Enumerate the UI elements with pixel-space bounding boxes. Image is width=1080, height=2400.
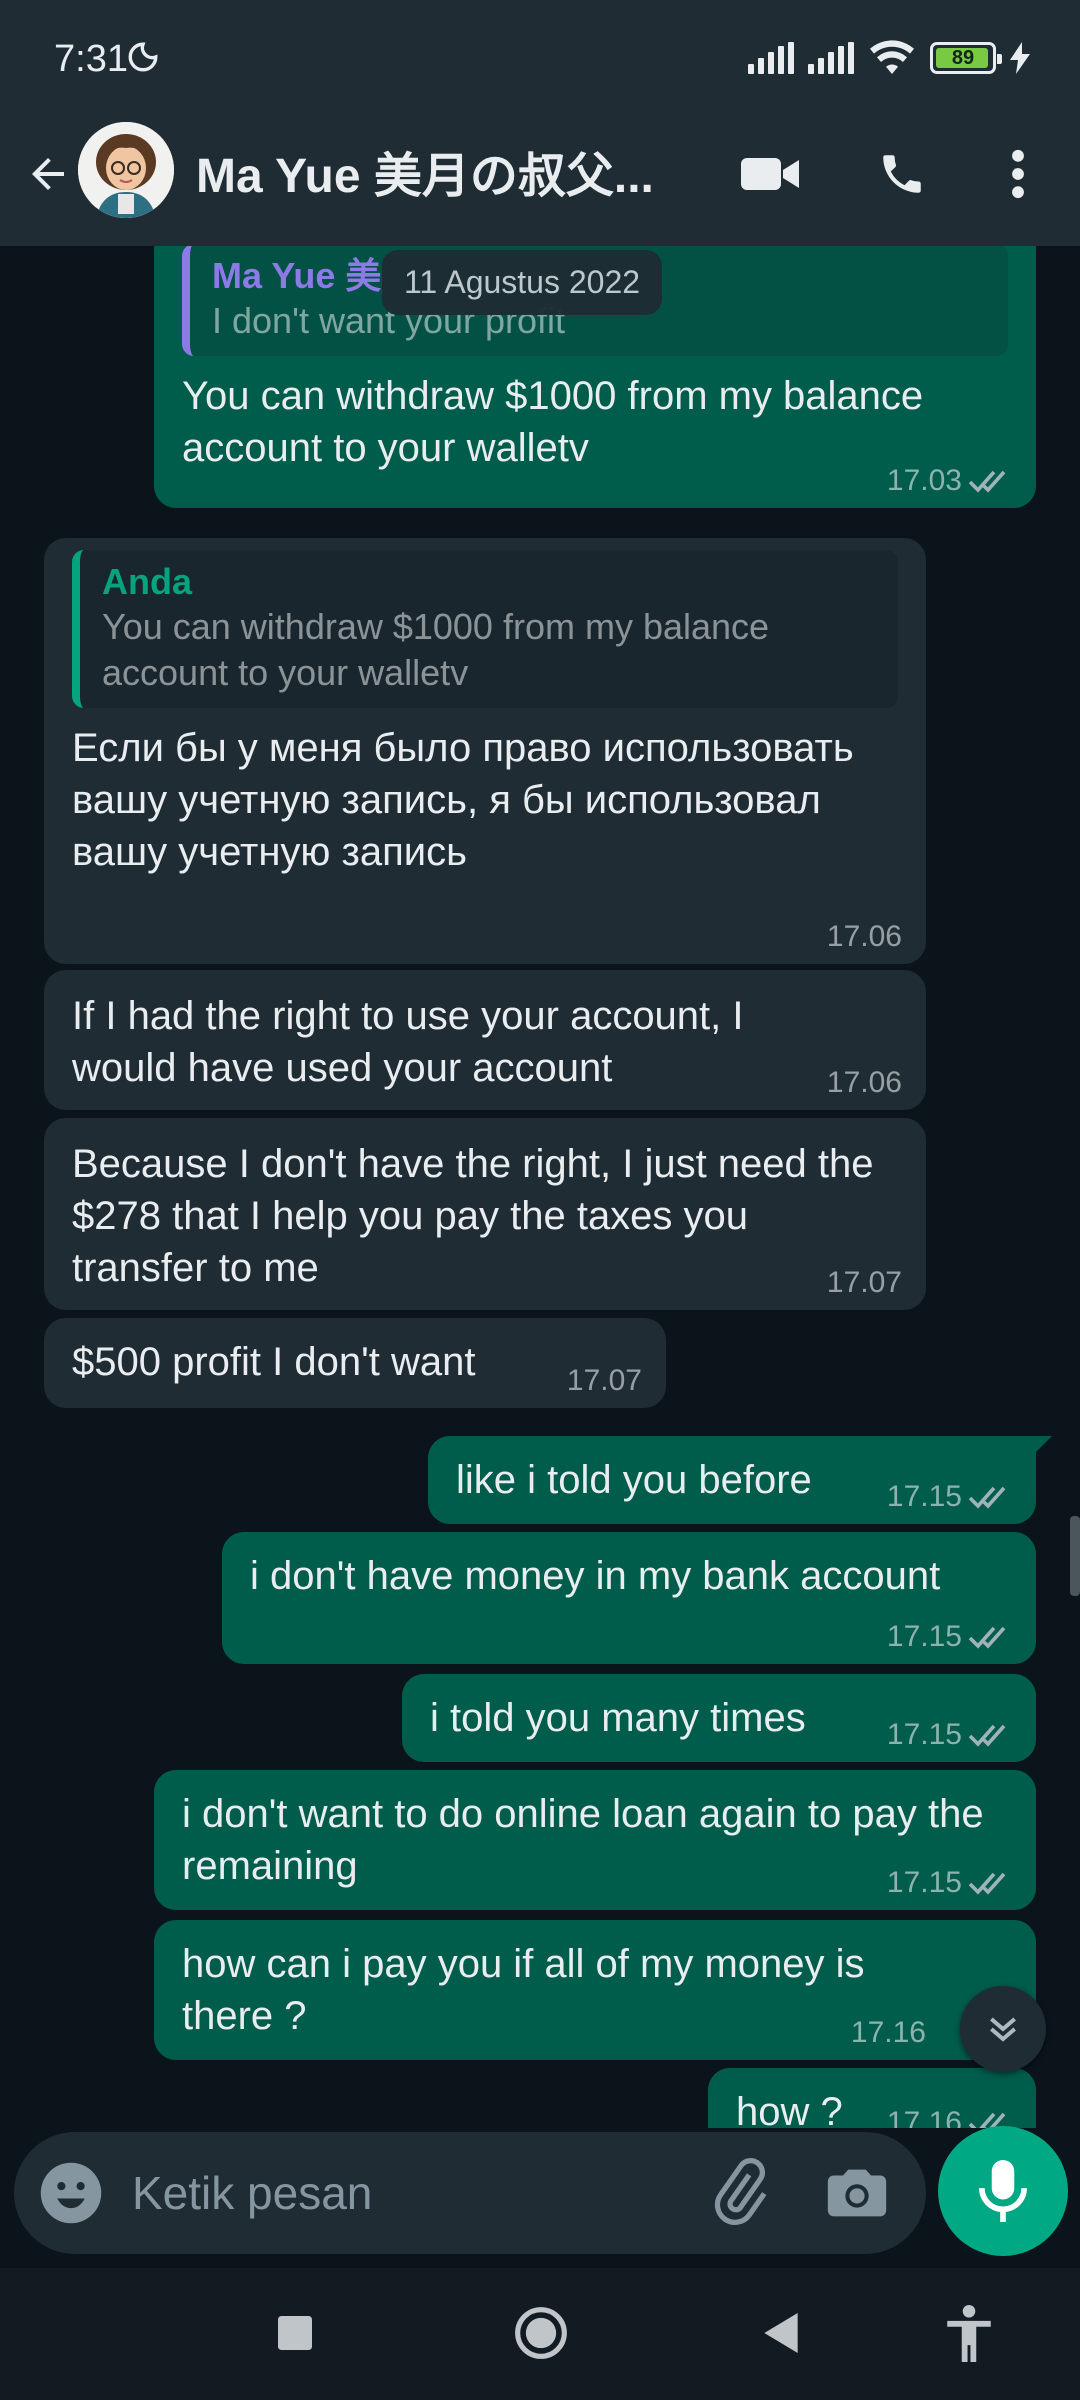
status-icons: 89: [748, 40, 1030, 76]
message-time: 17.06: [826, 1066, 902, 1099]
scrollbar-thumb[interactable]: [1070, 1516, 1080, 1596]
message-meta: 17.16: [887, 2106, 1012, 2128]
status-time: 7:31: [54, 38, 128, 80]
double-chevron-down-icon: [990, 2017, 1016, 2042]
moon-icon: [128, 42, 158, 72]
overflow-menu-button[interactable]: [986, 142, 1050, 206]
home-button[interactable]: [506, 2298, 576, 2368]
message-text: Если бы у меня было право использовать в…: [72, 726, 854, 874]
avatar-illustration: [78, 122, 174, 218]
signal-icon: [748, 42, 794, 74]
message-input[interactable]: [132, 2160, 692, 2226]
video-call-button[interactable]: [738, 142, 802, 206]
message-time: 17.15: [886, 1480, 962, 1513]
message-time: 17.15: [886, 1866, 962, 1899]
message-meta: 17.15: [887, 1620, 1012, 1654]
message-meta: 17.15: [887, 1718, 1012, 1752]
battery-icon: 89: [930, 42, 1002, 74]
message-bubble-outgoing[interactable]: i don't want to do online loan again to …: [154, 1770, 1036, 1910]
double-check-icon: [968, 1724, 1006, 1747]
message-bubble-outgoing[interactable]: how ? 17.16: [708, 2068, 1036, 2128]
message-text: $500 profit I don't want: [72, 1340, 476, 1384]
emoji-icon[interactable]: [38, 2160, 104, 2226]
message-time: 17.15: [886, 1718, 962, 1751]
back-nav-button[interactable]: [746, 2298, 816, 2368]
double-check-icon: [968, 1872, 1006, 1895]
message-time: 17.07: [826, 1266, 902, 1299]
message-text: i don't have money in my bank account: [250, 1554, 941, 1598]
message-meta: 17.03: [887, 464, 1012, 498]
phone-icon: [883, 155, 921, 193]
message-list[interactable]: Ma Yue 美 I don't want your profit You ca…: [0, 246, 1080, 2128]
camera-icon[interactable]: [822, 2158, 892, 2228]
message-bubble-outgoing[interactable]: like i told you before 17.15: [428, 1436, 1052, 1524]
voice-call-button[interactable]: [870, 142, 934, 206]
message-meta: 17.07: [827, 1266, 902, 1300]
signal-icon: [808, 42, 854, 74]
charging-icon: [1010, 42, 1030, 74]
accessibility-icon: [947, 2304, 991, 2362]
message-bubble-outgoing[interactable]: i don't have money in my bank account 17…: [222, 1532, 1036, 1664]
recent-apps-button[interactable]: [260, 2298, 330, 2368]
message-meta: 17.15: [887, 1866, 1012, 1900]
message-meta: 17.07: [567, 1364, 642, 1398]
message-bubble-incoming[interactable]: $500 profit I don't want 17.07: [44, 1318, 666, 1408]
double-check-icon: [968, 470, 1006, 493]
message-text: You can withdraw $1000 from my balance a…: [182, 374, 924, 470]
message-composer: [14, 2132, 926, 2254]
voice-message-button[interactable]: [938, 2126, 1068, 2256]
square-icon: [278, 2316, 312, 2350]
arrow-left-icon: [32, 158, 64, 190]
contact-avatar[interactable]: [78, 122, 174, 218]
message-time: 17.03: [886, 464, 962, 497]
message-time: 17.06: [826, 920, 902, 953]
message-bubble-incoming[interactable]: Because I don't have the right, I just n…: [44, 1118, 926, 1310]
message-time: 17.15: [886, 1620, 962, 1653]
accessibility-button[interactable]: [934, 2298, 1004, 2368]
message-text: If I had the right to use your account, …: [72, 994, 744, 1090]
contact-name[interactable]: Ma Yue 美月の叔父...: [196, 136, 676, 206]
scroll-to-bottom-button[interactable]: [960, 1986, 1046, 2072]
triangle-back-icon: [764, 2313, 798, 2353]
message-bubble-incoming[interactable]: If I had the right to use your account, …: [44, 970, 926, 1110]
status-bar: 7:31 89: [0, 0, 1080, 120]
message-meta: 17.06: [827, 1066, 902, 1100]
quote-author: Anda: [102, 561, 192, 602]
message-text: i don't want to do online loan again to …: [182, 1792, 984, 1888]
message-meta: 17.06: [827, 920, 902, 954]
message-bubble-outgoing[interactable]: i told you many times 17.15: [402, 1674, 1036, 1762]
quoted-message[interactable]: Anda You can withdraw $1000 from my bala…: [72, 550, 898, 708]
more-vertical-icon: [1012, 149, 1024, 199]
date-separator: 11 Agustus 2022: [382, 250, 663, 315]
message-bubble-outgoing[interactable]: how can i pay you if all of my money is …: [154, 1920, 1036, 2060]
back-button[interactable]: [16, 142, 80, 206]
message-time: 17.16: [886, 2106, 962, 2128]
microphone-icon: [979, 2160, 1027, 2222]
home-circle-icon: [515, 2307, 567, 2359]
message-text: Because I don't have the right, I just n…: [72, 1142, 874, 1290]
chat-header: Ma Yue 美月の叔父...: [0, 120, 1080, 246]
video-camera-icon: [741, 158, 799, 190]
message-time: 17.16: [850, 2016, 926, 2049]
message-meta: 17.15: [887, 1480, 1012, 1514]
wifi-icon: [870, 40, 914, 74]
system-navigation-bar: [0, 2268, 1080, 2400]
double-check-icon: [968, 1626, 1006, 1649]
message-bubble-incoming[interactable]: Anda You can withdraw $1000 from my bala…: [44, 538, 926, 964]
message-meta: 17.16: [851, 2016, 926, 2050]
paperclip-icon[interactable]: [704, 2158, 774, 2228]
double-check-icon: [968, 1486, 1006, 1509]
battery-level: 89: [951, 46, 975, 69]
message-time: 17.07: [566, 1364, 642, 1397]
quote-text: You can withdraw $1000 from my balance a…: [102, 606, 770, 693]
